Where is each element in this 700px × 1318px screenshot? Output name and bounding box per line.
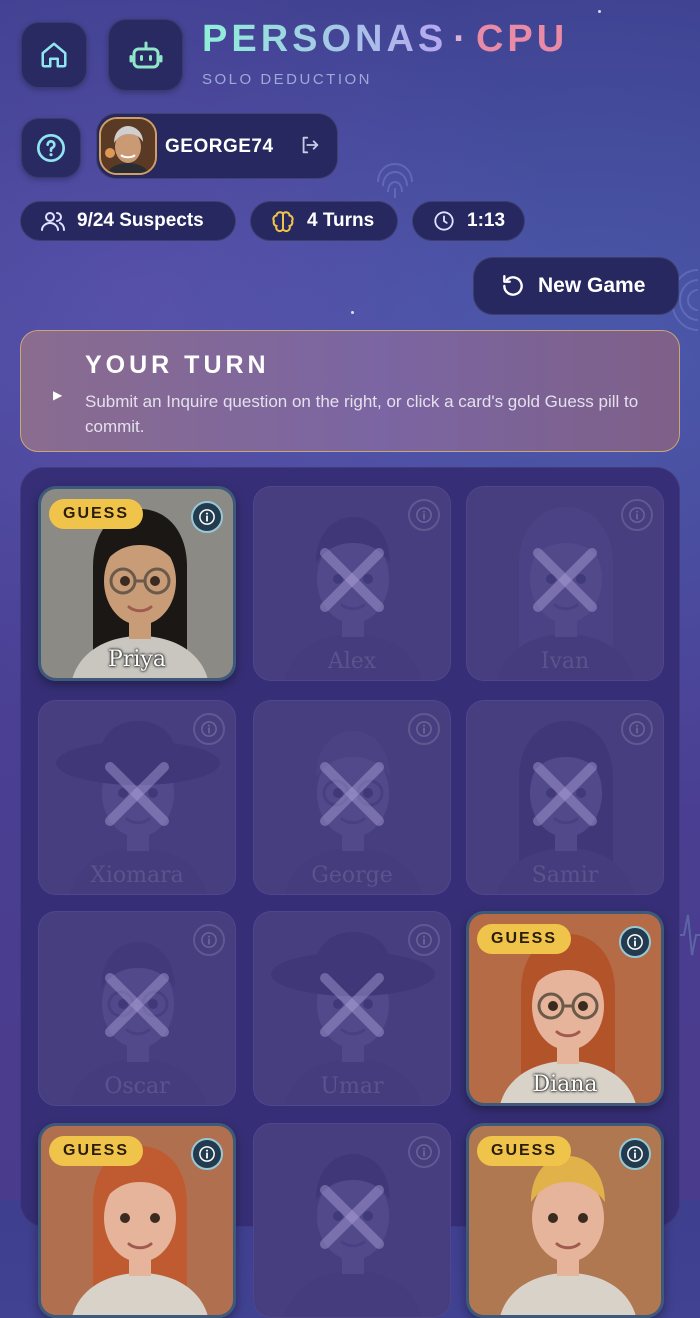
info-icon bbox=[199, 1146, 215, 1162]
banner-heading: YOUR TURN bbox=[85, 351, 270, 379]
suspect-card[interactable]: Samir bbox=[466, 700, 664, 895]
info-icon bbox=[416, 1144, 432, 1160]
suspect-name: Diana bbox=[532, 1072, 598, 1097]
suspect-card[interactable]: Ivan bbox=[466, 486, 664, 681]
new-game-button[interactable]: New Game bbox=[473, 257, 679, 315]
clock-icon bbox=[434, 211, 454, 231]
suspect-name: Priya bbox=[108, 647, 166, 672]
info-button[interactable] bbox=[408, 924, 440, 956]
star-decoration bbox=[598, 10, 601, 13]
eliminated-x-icon bbox=[105, 972, 169, 1037]
wave-decoration bbox=[678, 914, 700, 956]
info-button[interactable] bbox=[408, 499, 440, 531]
title-separator: · bbox=[453, 18, 470, 60]
eliminated-x-icon bbox=[320, 761, 384, 826]
users-icon bbox=[41, 212, 65, 231]
banner-message: Submit an Inquire question on the right,… bbox=[85, 392, 639, 436]
help-icon bbox=[37, 134, 65, 162]
logout-icon bbox=[302, 136, 319, 154]
user-pill: GEORGE74 bbox=[96, 113, 338, 179]
suspect-card[interactable]: Alex bbox=[253, 486, 451, 681]
info-icon bbox=[627, 934, 643, 950]
suspect-card[interactable] bbox=[253, 1123, 451, 1318]
robot-icon bbox=[129, 41, 162, 69]
help-button[interactable] bbox=[21, 118, 81, 178]
suspect-name: Ivan bbox=[540, 649, 590, 674]
info-button[interactable] bbox=[193, 924, 225, 956]
suspect-name: George bbox=[311, 863, 393, 888]
eliminated-x-icon bbox=[320, 972, 384, 1037]
info-icon bbox=[629, 721, 645, 737]
home-button[interactable] bbox=[21, 22, 87, 88]
info-icon bbox=[416, 721, 432, 737]
app-title: PERSONAS · CPU bbox=[202, 18, 568, 61]
restart-icon bbox=[503, 275, 523, 296]
info-icon bbox=[201, 721, 217, 737]
star-decoration bbox=[351, 311, 354, 314]
info-icon bbox=[629, 507, 645, 523]
suspects-count: 9/24 Suspects bbox=[77, 210, 204, 231]
eliminated-x-icon bbox=[533, 761, 597, 826]
timer-stat: 1:13 bbox=[412, 201, 525, 241]
turns-count: 4 Turns bbox=[307, 210, 375, 231]
title-cpu: CPU bbox=[475, 18, 569, 60]
info-button[interactable] bbox=[408, 1136, 440, 1168]
suspect-card[interactable]: Oscar bbox=[38, 911, 236, 1106]
info-button[interactable] bbox=[191, 501, 223, 533]
turns-stat: 4 Turns bbox=[250, 201, 398, 241]
info-icon bbox=[201, 932, 217, 948]
turn-banner: ▶ YOUR TURN Submit an Inquire question o… bbox=[20, 330, 680, 452]
suspect-card[interactable]: George bbox=[253, 700, 451, 895]
suspect-card[interactable]: GUESS bbox=[38, 1123, 236, 1318]
suspect-name: Oscar bbox=[104, 1074, 170, 1099]
info-button[interactable] bbox=[619, 1138, 651, 1170]
fingerprint-decoration bbox=[377, 162, 413, 198]
info-button[interactable] bbox=[193, 713, 225, 745]
guess-pill[interactable]: GUESS bbox=[49, 1136, 144, 1166]
suspect-name: Xiomara bbox=[90, 863, 184, 888]
suspect-name: Umar bbox=[320, 1074, 384, 1099]
suspect-name: Alex bbox=[327, 649, 377, 674]
brain-icon bbox=[272, 211, 294, 233]
logout-button[interactable] bbox=[299, 134, 321, 161]
suspect-card[interactable]: GUESS Diana bbox=[466, 911, 664, 1106]
info-button[interactable] bbox=[191, 1138, 223, 1170]
suspect-card[interactable]: Umar bbox=[253, 911, 451, 1106]
guess-pill[interactable]: GUESS bbox=[477, 1136, 572, 1166]
eliminated-x-icon bbox=[533, 547, 597, 612]
info-icon bbox=[416, 932, 432, 948]
avatar bbox=[99, 117, 157, 175]
app-subtitle: SOLO DEDUCTION bbox=[202, 71, 373, 88]
timer-value: 1:13 bbox=[467, 210, 506, 231]
info-button[interactable] bbox=[619, 926, 651, 958]
username: GEORGE74 bbox=[165, 136, 274, 157]
suspect-card[interactable]: Xiomara bbox=[38, 700, 236, 895]
title-personas: PERSONAS bbox=[202, 18, 448, 60]
guess-pill[interactable]: GUESS bbox=[49, 499, 144, 529]
cpu-mode-button[interactable] bbox=[108, 19, 183, 91]
info-icon bbox=[416, 507, 432, 523]
eliminated-x-icon bbox=[320, 1184, 384, 1249]
info-button[interactable] bbox=[621, 499, 653, 531]
suspects-stat: 9/24 Suspects bbox=[20, 201, 236, 241]
suspect-name: Samir bbox=[531, 863, 599, 888]
info-icon bbox=[199, 509, 215, 525]
new-game-label: New Game bbox=[538, 274, 646, 297]
info-button[interactable] bbox=[621, 713, 653, 745]
info-icon bbox=[627, 1146, 643, 1162]
guess-pill[interactable]: GUESS bbox=[477, 924, 572, 954]
eliminated-x-icon bbox=[320, 547, 384, 612]
eliminated-x-icon bbox=[105, 761, 169, 826]
suspect-card[interactable]: GUESS Priya bbox=[38, 486, 236, 681]
suspect-card[interactable]: GUESS bbox=[466, 1123, 664, 1318]
play-icon: ▶ bbox=[53, 388, 63, 402]
home-icon bbox=[41, 42, 67, 68]
info-button[interactable] bbox=[408, 713, 440, 745]
